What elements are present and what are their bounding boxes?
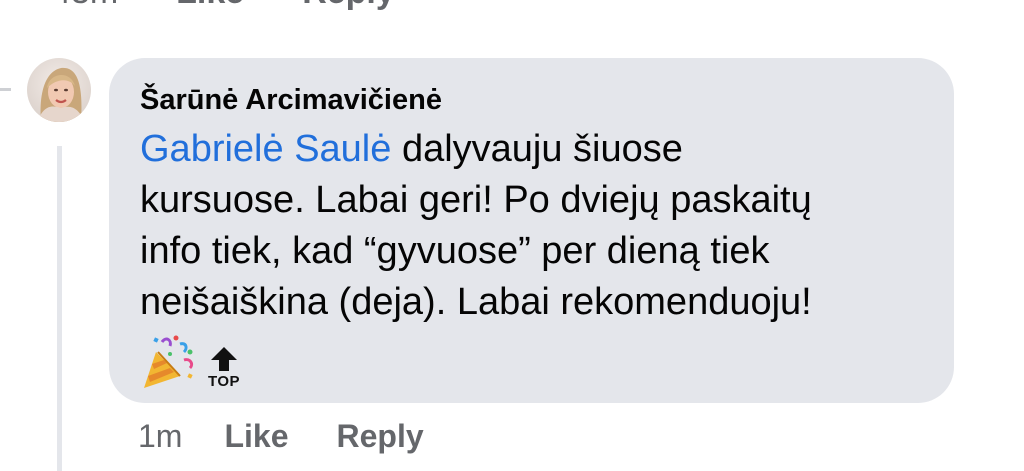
- emoji-row: TOP: [140, 330, 924, 390]
- reply-button[interactable]: Reply: [336, 418, 423, 455]
- comment-line-3: info tiek, kad “gyvuose” per dieną tiek: [140, 230, 770, 272]
- comment-thread: 43m Like Reply Šarūnė Arcimavičienė: [0, 0, 1024, 471]
- avatar-image: [27, 58, 91, 122]
- thread-line: [57, 146, 62, 471]
- top-label: TOP: [207, 373, 241, 390]
- comment-author[interactable]: Šarūnė Arcimavičienė: [140, 82, 924, 118]
- up-arrow-icon: [211, 347, 237, 371]
- previous-comment-actions: 43m Like Reply: [52, 0, 395, 14]
- previous-comment-time: 43m: [52, 0, 118, 12]
- comment-text: Gabrielė Saulė dalyvauju šiuose kursuose…: [140, 124, 924, 328]
- mention-link[interactable]: Gabrielė Saulė: [140, 128, 391, 170]
- like-button[interactable]: Like: [224, 418, 288, 455]
- party-popper-icon: [144, 335, 194, 388]
- comment-line-4: neišaiškina (deja). Labai rekomenduoju!: [140, 281, 812, 323]
- previous-like-button[interactable]: Like: [176, 0, 244, 12]
- comment-line-1: dalyvauju šiuose: [391, 128, 683, 170]
- comment-bubble: Šarūnė Arcimavičienė Gabrielė Saulė daly…: [109, 58, 954, 403]
- comment-time[interactable]: 1m: [138, 418, 182, 455]
- comment-actions: 1m Like Reply: [138, 418, 424, 455]
- comment-line-2: kursuose. Labai geri! Po dviejų paskaitų: [140, 179, 812, 221]
- top-arrow-icon: TOP: [202, 347, 246, 390]
- thread-connector: [0, 88, 11, 91]
- previous-reply-button[interactable]: Reply: [302, 0, 395, 12]
- avatar[interactable]: [27, 58, 91, 122]
